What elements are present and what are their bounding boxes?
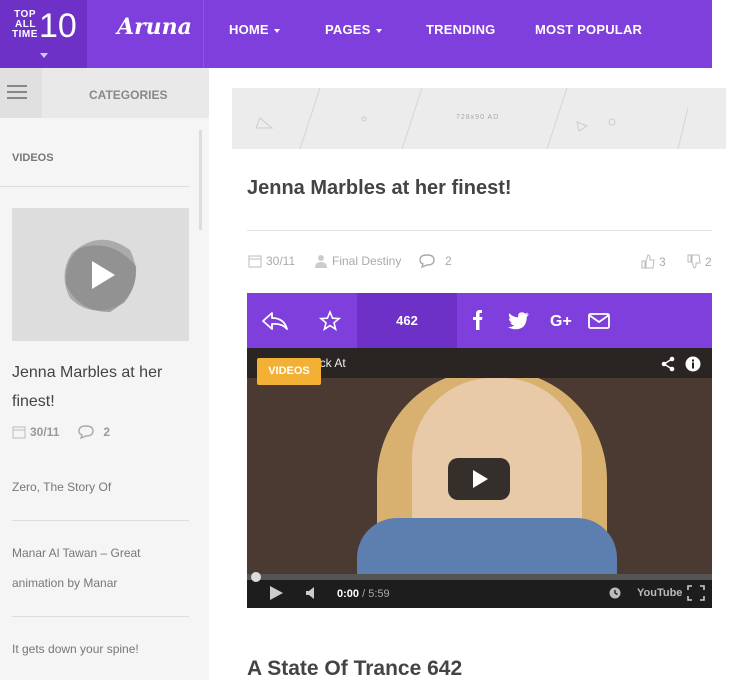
dislike-button[interactable]: 2	[687, 254, 712, 269]
play-button[interactable]	[448, 458, 510, 500]
user-icon	[315, 255, 327, 268]
nav-most-popular[interactable]: MOST POPULAR	[535, 22, 642, 37]
post-comments[interactable]: 2	[417, 254, 452, 268]
badge-small-text: TOP ALL TIME	[12, 9, 38, 40]
video-player[interactable]: uck At VIDEOS 0:00 / 5:59 YouTube	[247, 348, 712, 608]
next-post-title[interactable]: A State Of Trance 642	[247, 657, 462, 680]
fullscreen-icon[interactable]	[687, 585, 705, 601]
play-icon[interactable]	[269, 586, 283, 600]
dislike-count: 2	[705, 254, 712, 269]
calendar-icon	[12, 426, 26, 439]
like-count: 3	[659, 254, 666, 269]
share-icon[interactable]	[660, 356, 676, 372]
divider	[247, 230, 712, 231]
top-10-badge[interactable]: TOP ALL TIME 10	[0, 0, 87, 68]
categories-header[interactable]: CATEGORIES	[0, 68, 209, 118]
like-button[interactable]: 3	[641, 254, 666, 269]
play-icon	[64, 239, 137, 312]
top-navbar: TOP ALL TIME 10 Aruna HOME PAGES TRENDIN…	[0, 0, 712, 68]
videos-section-label: VIDEOS	[12, 152, 54, 164]
sidebar-link[interactable]: Manar Al Tawan – Great animation by Mana…	[12, 538, 192, 598]
nav-trending[interactable]: TRENDING	[426, 22, 496, 37]
badge-big-number: 10	[39, 7, 77, 45]
ad-banner[interactable]: 728x90 AD	[232, 88, 726, 149]
sidebar-link[interactable]: It gets down your spine!	[12, 634, 192, 664]
video-time: 0:00 / 5:59	[337, 588, 390, 600]
divider	[12, 616, 189, 617]
post-date: 30/11	[248, 254, 295, 268]
sidebar-scrollbar[interactable]	[199, 130, 202, 230]
reply-icon[interactable]	[260, 310, 290, 332]
share-bar: 462 G+	[247, 293, 712, 348]
watch-later-icon[interactable]	[609, 587, 621, 599]
video-progress-bar[interactable]	[247, 574, 712, 580]
chevron-down-icon	[273, 28, 280, 33]
featured-video-comments: 2	[103, 425, 111, 439]
chevron-down-icon	[375, 28, 382, 33]
site-logo[interactable]: Aruna	[117, 14, 192, 40]
google-plus-icon[interactable]: G+	[550, 310, 572, 332]
video-time-current: 0:00	[337, 588, 360, 600]
categories-label: CATEGORIES	[89, 88, 168, 102]
video-category-badge[interactable]: VIDEOS	[257, 358, 321, 385]
video-time-total: / 5:59	[362, 588, 390, 600]
mail-icon[interactable]	[587, 310, 611, 332]
calendar-icon	[248, 255, 262, 268]
thumbs-up-icon	[641, 254, 655, 269]
video-scrubber[interactable]	[251, 572, 261, 582]
nav-home[interactable]: HOME	[229, 22, 280, 37]
post-comments-count: 2	[445, 254, 452, 268]
featured-video-date: 30/11	[30, 425, 60, 439]
post-author[interactable]: Final Destiny	[314, 254, 401, 268]
nav-home-label: HOME	[229, 22, 269, 37]
sidebar: CATEGORIES VIDEOS Jenna Marbles at her f…	[0, 68, 209, 680]
volume-icon[interactable]	[305, 586, 319, 600]
sidebar-link[interactable]: Zero, The Story Of	[12, 472, 192, 502]
featured-video-thumbnail[interactable]	[12, 208, 189, 341]
twitter-icon[interactable]	[508, 310, 530, 332]
nav-separator	[203, 0, 204, 68]
nav-pages-label: PAGES	[325, 22, 371, 37]
post-date-text: 30/11	[266, 254, 296, 268]
share-count: 462	[357, 293, 457, 348]
post-author-name: Final Destiny	[332, 254, 402, 268]
featured-video-title[interactable]: Jenna Marbles at her finest!	[12, 358, 197, 416]
youtube-logo[interactable]: YouTube	[637, 587, 682, 599]
star-icon[interactable]	[319, 310, 341, 332]
nav-pages[interactable]: PAGES	[325, 22, 382, 37]
info-icon[interactable]	[685, 356, 701, 372]
comment-icon	[419, 254, 435, 268]
comment-icon	[78, 425, 95, 439]
badge-caret-icon	[40, 53, 48, 58]
thumbs-down-icon	[687, 254, 701, 269]
ad-label: 728x90 AD	[456, 114, 500, 121]
menu-icon[interactable]	[0, 68, 42, 118]
divider	[12, 520, 189, 521]
featured-video-meta: 30/11 2	[12, 425, 110, 439]
post-title[interactable]: Jenna Marbles at her finest!	[247, 177, 512, 200]
video-frame-shirt	[357, 518, 617, 578]
divider	[0, 186, 189, 187]
svg-text:G+: G+	[550, 313, 572, 330]
facebook-icon[interactable]	[471, 310, 485, 332]
